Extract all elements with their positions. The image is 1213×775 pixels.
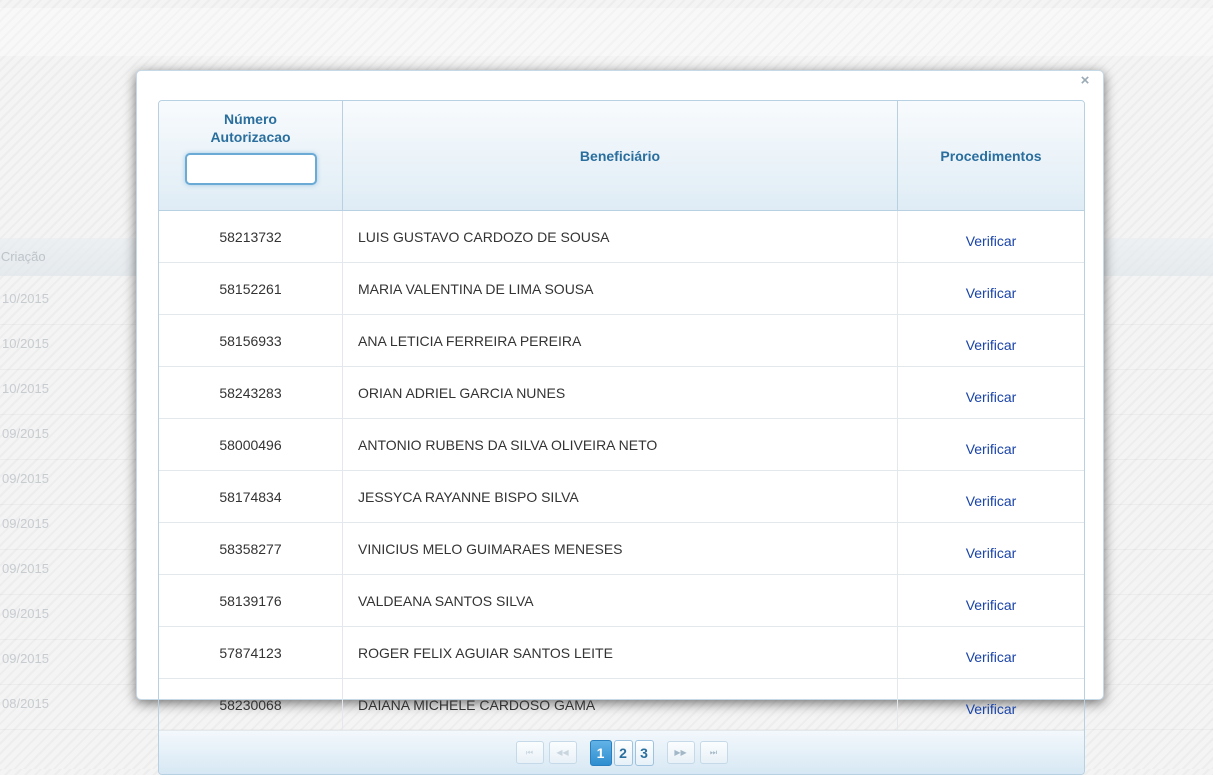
beneficiary-name-cell: JESSYCA RAYANNE BISPO SILVA	[342, 470, 898, 523]
column-header-procedimentos[interactable]: Procedimentos	[897, 101, 1084, 211]
table-row[interactable]: 58174834 JESSYCA RAYANNE BISPO SILVA Verif…	[159, 470, 1084, 523]
authorization-number-cell: 58358277	[159, 522, 343, 575]
table-row[interactable]: 58358277 VINICIUS MELO GUIMARAES MENESES V…	[159, 522, 1084, 575]
procedures-cell: Verificar	[897, 314, 1084, 367]
beneficiary-name-cell: ANTONIO RUBENS DA SILVA OLIVEIRA NETO	[342, 418, 898, 471]
verify-link[interactable]: Verificar	[966, 597, 1017, 613]
verify-link[interactable]: Verificar	[966, 389, 1017, 405]
authorization-number-cell: 58230068	[159, 678, 343, 731]
table-row[interactable]: 58213732 LUIS GUSTAVO CARDOZO DE SOUSA Ver…	[159, 210, 1084, 263]
next-page-button[interactable]: ▶▶	[666, 741, 695, 764]
background-column-label: a Criação	[0, 249, 46, 264]
beneficiary-name-cell: LUIS GUSTAVO CARDOZO DE SOUSA	[342, 210, 898, 263]
authorization-number-cell: 58152261	[159, 262, 343, 315]
previous-page-button[interactable]: ◀◀	[548, 741, 577, 764]
table-row[interactable]: 58156933 ANA LETICIA FERREIRA PEREIRA Veri…	[159, 314, 1084, 367]
column-header-numero-line2: Autorizacao	[210, 129, 291, 145]
procedures-cell: Verificar	[897, 626, 1084, 679]
verify-link[interactable]: Verificar	[966, 493, 1017, 509]
procedures-cell: Verificar	[897, 210, 1084, 263]
table-row[interactable]: 58230068 DAIANA MICHELE CARDOSO GAMA Verif…	[159, 678, 1084, 731]
table-row[interactable]: 58139176 VALDEANA SANTOS SILVA Verificar	[159, 574, 1084, 627]
procedures-cell: Verificar	[897, 574, 1084, 627]
beneficiary-name-cell: MARIA VALENTINA DE LIMA SOUSA	[342, 262, 898, 315]
table-row[interactable]: 58243283 ORIAN ADRIEL GARCIA NUNES Verific…	[159, 366, 1084, 419]
page-2-button[interactable]: 2	[613, 739, 633, 766]
authorization-number-cell: 58000496	[159, 418, 343, 471]
authorization-number-cell: 58174834	[159, 470, 343, 523]
authorization-number-cell: 58243283	[159, 366, 343, 419]
table-row[interactable]: 58152261 MARIA VALENTINA DE LIMA SOUSA Ver…	[159, 262, 1084, 315]
page-3-button[interactable]: 3	[634, 739, 654, 766]
beneficiary-name-cell: DAIANA MICHELE CARDOSO GAMA	[342, 678, 898, 731]
beneficiary-name-cell: ROGER FELIX AGUIAR SANTOS LEITE	[342, 626, 898, 679]
procedures-cell: Verificar	[897, 366, 1084, 419]
column-header-beneficiario[interactable]: Beneficiário	[342, 101, 898, 211]
procedures-cell: Verificar	[897, 678, 1084, 731]
dialog-titlebar: ×	[137, 71, 1103, 93]
column-header-numero-line1: Número	[224, 111, 277, 127]
first-page-button[interactable]: ⏮	[515, 741, 544, 764]
table-row[interactable]: 58000496 ANTONIO RUBENS DA SILVA OLIVEIRA…	[159, 418, 1084, 471]
authorization-number-cell: 57874123	[159, 626, 343, 679]
numero-filter-input[interactable]	[184, 153, 317, 185]
verify-link[interactable]: Verificar	[966, 545, 1017, 561]
page-1-button[interactable]: 1	[589, 739, 612, 766]
last-page-button[interactable]: ⏭	[699, 741, 728, 764]
procedures-cell: Verificar	[897, 262, 1084, 315]
table-row[interactable]: 57874123 ROGER FELIX AGUIAR SANTOS LEITE V…	[159, 626, 1084, 679]
beneficiary-name-cell: ORIAN ADRIEL GARCIA NUNES	[342, 366, 898, 419]
authorization-number-cell: 58139176	[159, 574, 343, 627]
verify-link[interactable]: Verificar	[966, 701, 1017, 717]
verify-link[interactable]: Verificar	[966, 337, 1017, 353]
authorization-number-cell: 58156933	[159, 314, 343, 367]
verify-link[interactable]: Verificar	[966, 649, 1017, 665]
procedures-cell: Verificar	[897, 522, 1084, 575]
verify-link[interactable]: Verificar	[966, 233, 1017, 249]
authorization-grid: Número Autorizacao Beneficiário Procedim…	[158, 100, 1085, 775]
beneficiary-name-cell: ANA LETICIA FERREIRA PEREIRA	[342, 314, 898, 367]
procedures-cell: Verificar	[897, 470, 1084, 523]
column-header-numero[interactable]: Número Autorizacao	[159, 101, 343, 211]
close-icon[interactable]: ×	[1077, 73, 1093, 89]
page-number-list: 123	[589, 739, 654, 766]
authorization-number-cell: 58213732	[159, 210, 343, 263]
pagination-bar: ⏮ ◀◀ 123 ▶▶ ⏭	[159, 731, 1084, 774]
authorization-dialog: × Número Autorizacao Beneficiário Proced…	[136, 70, 1104, 775]
background-header-band	[0, 8, 1213, 56]
beneficiary-name-cell: VALDEANA SANTOS SILVA	[342, 574, 898, 627]
procedures-cell: Verificar	[897, 418, 1084, 471]
verify-link[interactable]: Verificar	[966, 285, 1017, 301]
verify-link[interactable]: Verificar	[966, 441, 1017, 457]
beneficiary-name-cell: VINICIUS MELO GUIMARAES MENESES	[342, 522, 898, 575]
